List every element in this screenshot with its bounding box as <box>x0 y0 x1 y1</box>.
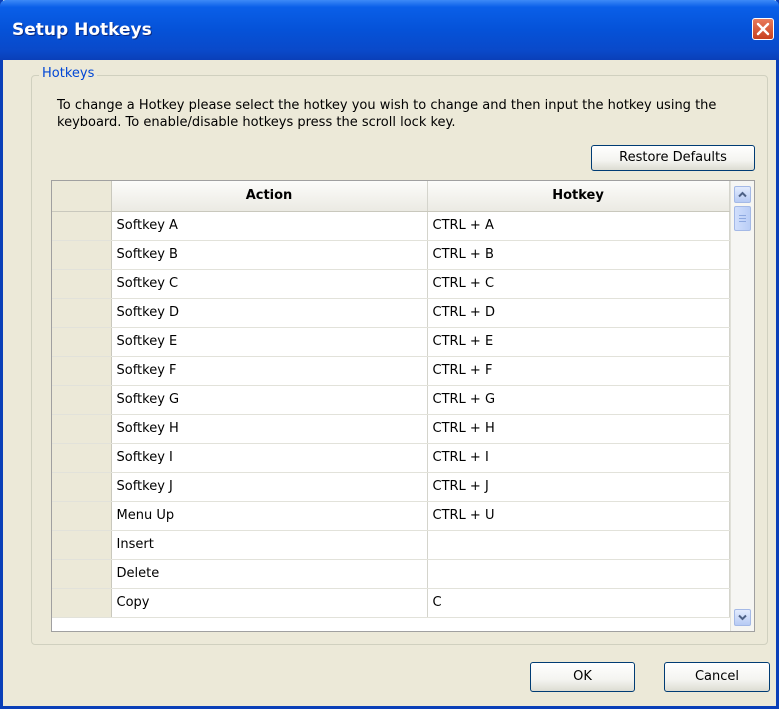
action-cell[interactable]: Softkey H <box>111 414 428 444</box>
groupbox-label: Hotkeys <box>39 66 98 81</box>
row-header-cell[interactable] <box>52 385 112 415</box>
chevron-down-icon <box>738 614 747 621</box>
column-header-hotkey[interactable]: Hotkey <box>427 181 730 212</box>
action-cell[interactable]: Softkey A <box>111 211 428 241</box>
action-cell[interactable]: Softkey J <box>111 472 428 502</box>
action-cell[interactable]: Menu Up <box>111 501 428 531</box>
hotkey-cell[interactable]: CTRL + H <box>427 414 730 444</box>
window-title: Setup Hotkeys <box>12 20 152 40</box>
row-header-corner <box>52 181 112 212</box>
hotkey-cell[interactable]: CTRL + B <box>427 240 730 270</box>
instructions-text: To change a Hotkey please select the hot… <box>57 98 717 130</box>
restore-defaults-button[interactable]: Restore Defaults <box>591 145 755 171</box>
action-cell[interactable]: Softkey I <box>111 443 428 473</box>
table-row[interactable]: Softkey I CTRL + I <box>52 443 730 473</box>
scroll-down-button[interactable] <box>734 609 751 626</box>
action-cell[interactable]: Softkey G <box>111 385 428 415</box>
hotkey-cell[interactable]: CTRL + C <box>427 269 730 299</box>
table-header-row: Action Hotkey <box>52 181 730 212</box>
chevron-up-icon <box>738 191 747 198</box>
table-row[interactable]: Softkey G CTRL + G <box>52 385 730 415</box>
ok-button[interactable]: OK <box>530 662 635 692</box>
action-cell[interactable]: Softkey C <box>111 269 428 299</box>
hotkey-cell[interactable]: CTRL + D <box>427 298 730 328</box>
hotkey-cell[interactable]: CTRL + E <box>427 327 730 357</box>
table-row[interactable]: Softkey D CTRL + D <box>52 298 730 328</box>
row-header-cell[interactable] <box>52 356 112 386</box>
table-row[interactable]: Copy C <box>52 588 730 618</box>
title-bar[interactable]: Setup Hotkeys <box>0 0 779 60</box>
scroll-thumb[interactable] <box>734 206 751 231</box>
setup-hotkeys-dialog: Setup Hotkeys Hotkeys To change a Hotkey… <box>0 0 779 709</box>
row-header-cell[interactable] <box>52 588 112 618</box>
hotkey-cell[interactable] <box>427 559 730 589</box>
hotkeys-grid: Action Hotkey Softkey A CTRL + A Softkey B… <box>51 180 755 632</box>
hotkey-cell[interactable]: CTRL + U <box>427 501 730 531</box>
row-header-cell[interactable] <box>52 211 112 241</box>
table-row[interactable]: Softkey B CTRL + B <box>52 240 730 270</box>
action-cell[interactable]: Copy <box>111 588 428 618</box>
row-header-cell[interactable] <box>52 530 112 560</box>
table-row[interactable]: Insert <box>52 530 730 560</box>
hotkey-cell[interactable]: CTRL + F <box>427 356 730 386</box>
close-button[interactable] <box>752 18 774 40</box>
table-row[interactable]: Softkey F CTRL + F <box>52 356 730 386</box>
hotkey-cell[interactable]: CTRL + I <box>427 443 730 473</box>
row-header-cell[interactable] <box>52 298 112 328</box>
scroll-up-button[interactable] <box>734 186 751 203</box>
table-row[interactable]: Softkey H CTRL + H <box>52 414 730 444</box>
hotkeys-table: Action Hotkey Softkey A CTRL + A Softkey B… <box>52 181 730 618</box>
action-cell[interactable]: Softkey F <box>111 356 428 386</box>
hotkey-cell[interactable]: CTRL + A <box>427 211 730 241</box>
row-header-cell[interactable] <box>52 414 112 444</box>
hotkey-cell[interactable]: CTRL + G <box>427 385 730 415</box>
action-cell[interactable]: Delete <box>111 559 428 589</box>
table-row[interactable]: Softkey J CTRL + J <box>52 472 730 502</box>
action-cell[interactable]: Insert <box>111 530 428 560</box>
table-row[interactable]: Softkey C CTRL + C <box>52 269 730 299</box>
row-header-cell[interactable] <box>52 559 112 589</box>
row-header-cell[interactable] <box>52 472 112 502</box>
table-row[interactable]: Softkey A CTRL + A <box>52 211 730 241</box>
row-header-cell[interactable] <box>52 269 112 299</box>
hotkey-cell[interactable] <box>427 530 730 560</box>
hotkey-cell[interactable]: C <box>427 588 730 618</box>
cancel-button[interactable]: Cancel <box>664 662 770 692</box>
table-row[interactable]: Softkey E CTRL + E <box>52 327 730 357</box>
action-cell[interactable]: Softkey D <box>111 298 428 328</box>
row-header-cell[interactable] <box>52 327 112 357</box>
table-row[interactable]: Menu Up CTRL + U <box>52 501 730 531</box>
row-header-cell[interactable] <box>52 240 112 270</box>
vertical-scrollbar[interactable] <box>730 181 754 631</box>
action-cell[interactable]: Softkey E <box>111 327 428 357</box>
row-header-cell[interactable] <box>52 443 112 473</box>
hotkey-cell[interactable]: CTRL + J <box>427 472 730 502</box>
close-icon <box>756 22 770 36</box>
row-header-cell[interactable] <box>52 501 112 531</box>
column-header-action[interactable]: Action <box>111 181 428 212</box>
table-row[interactable]: Delete <box>52 559 730 589</box>
action-cell[interactable]: Softkey B <box>111 240 428 270</box>
